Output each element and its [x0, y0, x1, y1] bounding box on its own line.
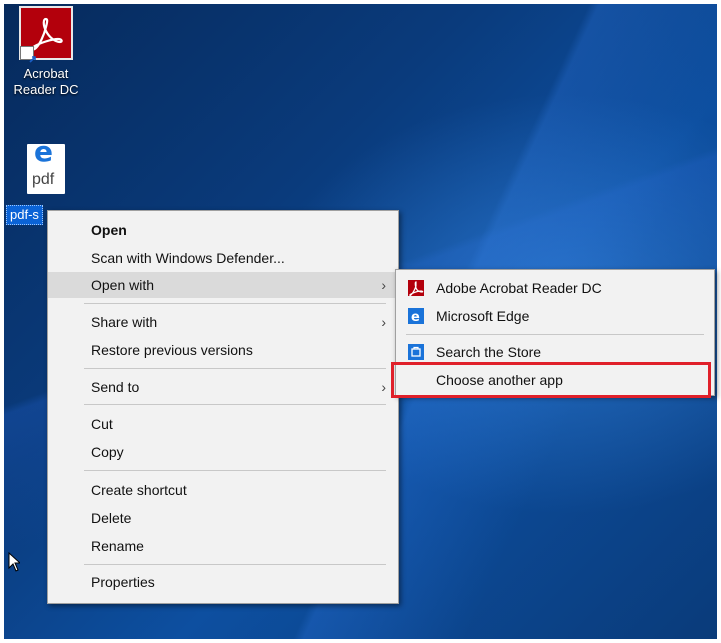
- menu-item-rename[interactable]: Rename: [48, 533, 398, 559]
- submenu-item-adobe-acrobat-label: Adobe Acrobat Reader DC: [436, 280, 602, 296]
- menu-item-delete[interactable]: Delete: [48, 505, 398, 531]
- menu-separator: [84, 470, 386, 471]
- submenu-item-microsoft-edge[interactable]: e Microsoft Edge: [396, 303, 714, 329]
- acrobat-label-line2: Reader DC: [13, 82, 79, 97]
- submenu-arrow-icon: ›: [381, 314, 386, 330]
- store-icon: [408, 344, 424, 360]
- edge-e-icon: e: [34, 135, 53, 168]
- menu-item-send-to-label: Send to: [91, 379, 140, 395]
- mouse-cursor-icon: [8, 552, 20, 572]
- menu-item-restore-previous-versions[interactable]: Restore previous versions: [48, 337, 398, 363]
- menu-item-copy[interactable]: Copy: [48, 439, 398, 465]
- menu-item-create-shortcut[interactable]: Create shortcut: [48, 477, 398, 503]
- menu-item-cut[interactable]: Cut: [48, 411, 398, 437]
- menu-item-open-with-label: Open with: [91, 277, 155, 293]
- edge-pdf-file-icon: e pdf: [27, 135, 65, 194]
- menu-separator: [84, 564, 386, 565]
- acrobat-icon: [408, 280, 424, 296]
- pdf-file-icon[interactable]: e pdf pdf-s: [6, 135, 86, 225]
- file-extension: pdf: [32, 171, 55, 188]
- menu-item-scan-defender[interactable]: Scan with Windows Defender...: [48, 245, 398, 271]
- edge-icon: e: [408, 308, 424, 324]
- submenu-arrow-icon: ›: [381, 379, 386, 395]
- context-menu: Open Scan with Windows Defender... Open …: [47, 210, 399, 604]
- menu-item-open-with[interactable]: Open with ›: [48, 272, 398, 298]
- acrobat-reader-shortcut[interactable]: Acrobat Reader DC: [10, 6, 82, 98]
- menu-item-send-to[interactable]: Send to ›: [48, 374, 398, 400]
- menu-item-properties[interactable]: Properties: [48, 569, 398, 595]
- acrobat-logo-icon: [19, 6, 73, 63]
- menu-item-share-with[interactable]: Share with ›: [48, 309, 398, 335]
- submenu-item-search-store-label: Search the Store: [436, 344, 542, 360]
- menu-item-share-with-label: Share with: [91, 314, 158, 330]
- svg-text:e: e: [411, 310, 420, 324]
- submenu-separator: [406, 334, 704, 335]
- shortcut-arrow-icon: [20, 46, 36, 63]
- submenu-item-microsoft-edge-label: Microsoft Edge: [436, 308, 530, 324]
- menu-separator: [84, 368, 386, 369]
- pdf-file-label[interactable]: pdf-s: [6, 205, 43, 225]
- submenu-arrow-icon: ›: [381, 277, 386, 293]
- annotation-highlight-box: [391, 362, 711, 398]
- menu-item-open[interactable]: Open: [48, 217, 398, 243]
- menu-separator: [84, 404, 386, 405]
- submenu-item-adobe-acrobat[interactable]: Adobe Acrobat Reader DC: [396, 275, 714, 301]
- acrobat-label-line1: Acrobat: [23, 66, 69, 81]
- menu-separator: [84, 303, 386, 304]
